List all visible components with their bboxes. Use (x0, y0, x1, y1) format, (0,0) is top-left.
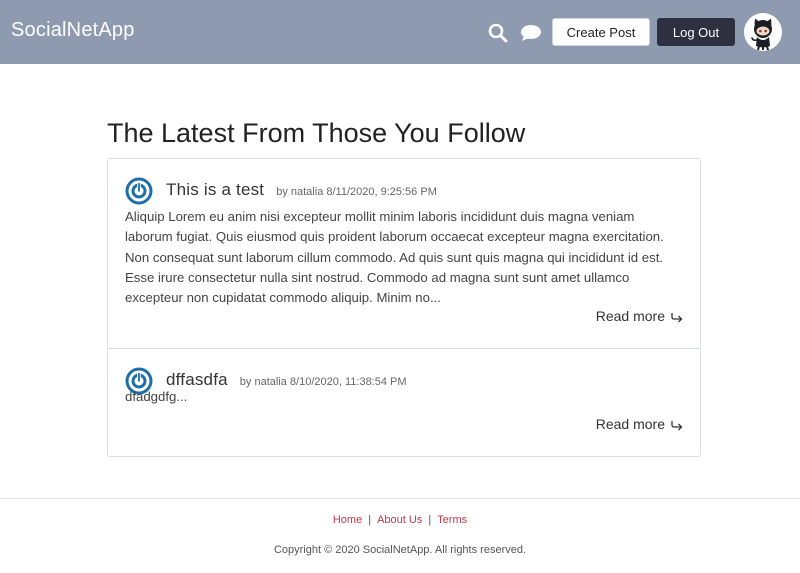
post-card: This is a test by natalia 8/11/2020, 9:2… (108, 159, 700, 349)
page-title: The Latest From Those You Follow (107, 118, 526, 148)
avatar[interactable] (744, 13, 782, 51)
power-icon (125, 177, 153, 205)
post-header: This is a test by natalia 8/11/2020, 9:2… (166, 180, 437, 200)
brand-logo[interactable]: SocialNetApp (11, 19, 135, 42)
read-more-link[interactable]: Read more (596, 308, 683, 324)
footer-nav: Home | About Us | Terms (0, 514, 800, 526)
create-post-button[interactable]: Create Post (552, 18, 650, 46)
share-arrow-icon (671, 310, 683, 323)
read-more-label: Read more (595, 308, 665, 324)
chat-icon[interactable] (520, 24, 542, 42)
post-excerpt: dfadgdfg... (125, 389, 188, 404)
footer-link-terms[interactable]: Terms (437, 514, 467, 526)
read-more-link[interactable]: Read more (596, 416, 683, 432)
share-arrow-icon (671, 418, 683, 431)
post-meta: by natalia 8/11/2020, 9:25:56 PM (276, 186, 437, 198)
read-more-label: Read more (595, 416, 665, 432)
copyright-text: Copyright © 2020 SocialNetApp. All right… (273, 544, 527, 556)
footer-separator: | (428, 514, 432, 526)
post-feed: This is a test by natalia 8/11/2020, 9:2… (107, 158, 701, 457)
footer-link-home[interactable]: Home (333, 514, 362, 526)
footer-separator: | (368, 514, 372, 526)
post-card: dffasdfa by natalia 8/10/2020, 11:38:54 … (108, 349, 700, 457)
octocat-avatar-icon (744, 13, 782, 51)
post-title[interactable]: This is a test (166, 180, 264, 200)
footer-link-about[interactable]: About Us (377, 514, 422, 526)
logout-button[interactable]: Log Out (657, 18, 735, 46)
search-icon[interactable] (488, 23, 508, 43)
post-excerpt: Aliquip Lorem eu anim nisi excepteur mol… (125, 209, 664, 306)
top-navbar: SocialNetApp Create Post Log Out (0, 0, 800, 64)
footer-divider (0, 498, 800, 499)
